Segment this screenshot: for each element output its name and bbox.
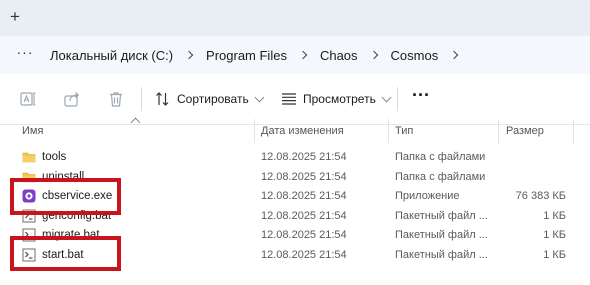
chevron-right-icon[interactable] [370, 50, 380, 60]
folder-icon [22, 152, 36, 163]
view-label: Просмотреть [303, 92, 376, 106]
command-bar: Сортировать Просмотреть ··· [0, 74, 590, 125]
column-header-row: Имя Дата изменения Тип Размер [0, 117, 590, 143]
file-size: 1 КБ [543, 209, 566, 222]
chevron-down-icon [381, 92, 392, 102]
breadcrumb-program-files[interactable]: Program Files [206, 48, 287, 63]
file-date: 12.08.2025 21:54 [261, 190, 347, 202]
file-date: 12.08.2025 21:54 [261, 209, 347, 222]
file-type: Пакетный файл ... [395, 229, 488, 241]
tab-strip: + [0, 0, 590, 36]
more-path-button[interactable]: ··· [14, 45, 36, 59]
toolbar-divider [397, 87, 398, 111]
share-icon[interactable] [63, 90, 81, 108]
chevron-right-icon[interactable] [450, 50, 460, 60]
column-header-type[interactable]: Тип [395, 125, 413, 137]
column-divider[interactable] [254, 119, 255, 143]
file-type: Пакетный файл ... [395, 248, 488, 261]
breadcrumb-chaos[interactable]: Chaos [320, 48, 358, 63]
sort-ascending-icon [130, 117, 141, 128]
chevron-down-icon [254, 92, 265, 102]
more-options-button[interactable]: ··· [410, 86, 432, 110]
sort-icon [156, 92, 169, 106]
view-button[interactable]: Просмотреть [280, 88, 392, 110]
file-date: 12.08.2025 21:54 [261, 248, 347, 261]
file-name: tools [42, 151, 67, 163]
toolbar-divider [141, 87, 142, 111]
file-date: 12.08.2025 21:54 [261, 229, 347, 241]
file-size: 76 383 КБ [515, 190, 566, 202]
file-size: 1 КБ [543, 248, 566, 261]
delete-icon[interactable] [107, 90, 125, 108]
file-type: Приложение [395, 190, 460, 202]
address-bar[interactable]: ··· Локальный диск (C:) Program Files Ch… [0, 36, 590, 74]
rename-icon[interactable] [19, 90, 37, 108]
column-header-size[interactable]: Размер [506, 125, 544, 137]
column-header-date[interactable]: Дата изменения [261, 125, 344, 137]
view-icon [282, 93, 296, 105]
breadcrumb-cosmos[interactable]: Cosmos [391, 48, 439, 63]
column-header-name[interactable]: Имя [22, 125, 43, 137]
file-size: 1 КБ [543, 229, 566, 241]
highlight-box-cbservice [10, 178, 121, 215]
chevron-right-icon[interactable] [185, 50, 195, 60]
file-row[interactable]: tools 12.08.2025 21:54 Папка с файлами [0, 148, 590, 168]
file-type: Пакетный файл ... [395, 209, 488, 222]
sort-label: Сортировать [177, 92, 249, 106]
file-date: 12.08.2025 21:54 [261, 151, 347, 163]
file-type: Папка с файлами [395, 170, 486, 183]
highlight-box-start-bat [10, 236, 121, 271]
file-date: 12.08.2025 21:54 [261, 170, 347, 183]
sort-button[interactable]: Сортировать [154, 88, 265, 110]
column-divider[interactable] [388, 119, 389, 143]
breadcrumb: ··· Локальный диск (C:) Program Files Ch… [0, 36, 471, 74]
column-divider[interactable] [573, 119, 574, 143]
file-type: Папка с файлами [395, 151, 486, 163]
chevron-right-icon[interactable] [299, 50, 309, 60]
column-divider[interactable] [498, 119, 499, 143]
new-tab-button[interactable]: + [8, 6, 22, 28]
breadcrumb-local-disk[interactable]: Локальный диск (C:) [50, 48, 173, 63]
